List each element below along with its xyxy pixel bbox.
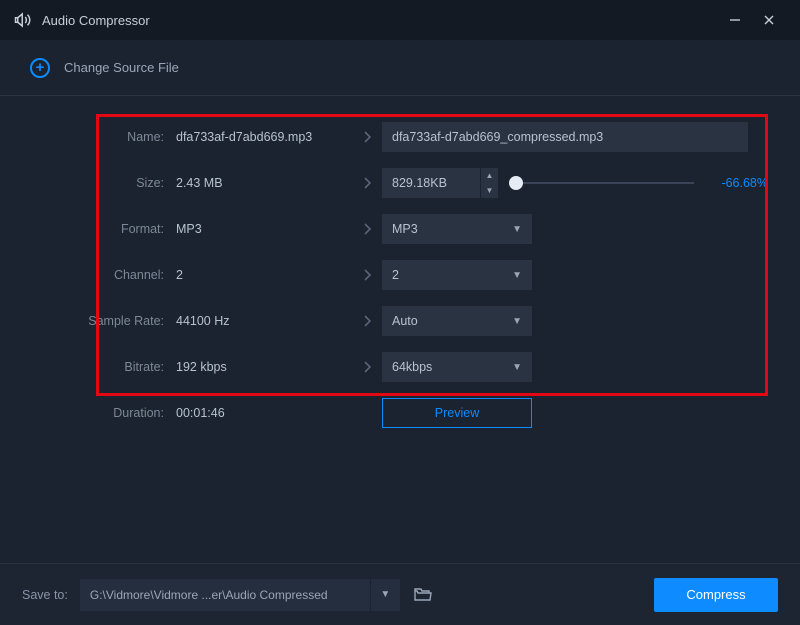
row-sample-rate: Sample Rate: 44100 Hz Auto ▼ — [32, 298, 768, 344]
chevron-down-icon: ▼ — [512, 224, 522, 235]
arrow-icon — [352, 176, 382, 190]
change-source-row[interactable]: + Change Source File — [0, 40, 800, 96]
compress-button[interactable]: Compress — [654, 578, 778, 612]
add-source-icon: + — [30, 58, 50, 78]
app-icon — [14, 11, 32, 29]
sample-rate-dropdown-value: Auto — [392, 314, 418, 328]
bitrate-dropdown-value: 64kbps — [392, 360, 432, 374]
footer: Save to: G:\Vidmore\Vidmore ...er\Audio … — [0, 563, 800, 625]
channel-dropdown[interactable]: 2 ▼ — [382, 260, 532, 290]
preview-button[interactable]: Preview — [382, 398, 532, 428]
arrow-icon — [352, 222, 382, 236]
orig-format: MP3 — [176, 222, 352, 236]
main-panel: Name: dfa733af-d7abd669.mp3 Size: 2.43 M… — [0, 96, 800, 436]
arrow-icon — [352, 360, 382, 374]
save-path-text: G:\Vidmore\Vidmore ...er\Audio Compresse… — [80, 588, 370, 602]
size-spinner[interactable]: 829.18KB ▲ ▼ — [382, 168, 498, 198]
output-name-input[interactable] — [382, 122, 748, 152]
save-path-dropdown[interactable]: ▼ — [370, 579, 400, 611]
orig-duration: 00:01:46 — [176, 406, 352, 420]
label-channel: Channel: — [32, 268, 176, 282]
size-step-down[interactable]: ▼ — [481, 183, 498, 198]
sample-rate-dropdown[interactable]: Auto ▼ — [382, 306, 532, 336]
chevron-down-icon: ▼ — [512, 362, 522, 373]
format-dropdown-value: MP3 — [392, 222, 418, 236]
open-folder-button[interactable] — [408, 579, 438, 611]
orig-sample-rate: 44100 Hz — [176, 314, 352, 328]
titlebar: Audio Compressor — [0, 0, 800, 40]
close-button[interactable] — [752, 0, 786, 40]
save-to-label: Save to: — [22, 588, 68, 602]
arrow-icon — [352, 130, 382, 144]
chevron-down-icon: ▼ — [512, 270, 522, 281]
orig-name: dfa733af-d7abd669.mp3 — [176, 130, 352, 144]
chevron-down-icon: ▼ — [512, 316, 522, 327]
save-path-selector[interactable]: G:\Vidmore\Vidmore ...er\Audio Compresse… — [80, 579, 400, 611]
bitrate-dropdown[interactable]: 64kbps ▼ — [382, 352, 532, 382]
orig-size: 2.43 MB — [176, 176, 352, 190]
size-step-up[interactable]: ▲ — [481, 168, 498, 183]
row-duration: Duration: 00:01:46 Preview — [32, 390, 768, 436]
size-spinner-value: 829.18KB — [382, 168, 480, 198]
arrow-icon — [352, 268, 382, 282]
app-title: Audio Compressor — [42, 13, 718, 28]
label-name: Name: — [32, 130, 176, 144]
row-name: Name: dfa733af-d7abd669.mp3 — [32, 114, 768, 160]
orig-channel: 2 — [176, 268, 352, 282]
size-slider-thumb[interactable] — [509, 176, 523, 190]
format-dropdown[interactable]: MP3 ▼ — [382, 214, 532, 244]
minimize-button[interactable] — [718, 0, 752, 40]
label-sample-rate: Sample Rate: — [32, 314, 176, 328]
row-channel: Channel: 2 2 ▼ — [32, 252, 768, 298]
change-source-label: Change Source File — [64, 60, 179, 75]
channel-dropdown-value: 2 — [392, 268, 399, 282]
row-size: Size: 2.43 MB 829.18KB ▲ ▼ -66.68% — [32, 160, 768, 206]
label-duration: Duration: — [32, 406, 176, 420]
label-bitrate: Bitrate: — [32, 360, 176, 374]
orig-bitrate: 192 kbps — [176, 360, 352, 374]
size-percent: -66.68% — [708, 176, 768, 190]
arrow-icon — [352, 314, 382, 328]
label-size: Size: — [32, 176, 176, 190]
size-slider[interactable] — [498, 182, 708, 184]
row-bitrate: Bitrate: 192 kbps 64kbps ▼ — [32, 344, 768, 390]
label-format: Format: — [32, 222, 176, 236]
row-format: Format: MP3 MP3 ▼ — [32, 206, 768, 252]
